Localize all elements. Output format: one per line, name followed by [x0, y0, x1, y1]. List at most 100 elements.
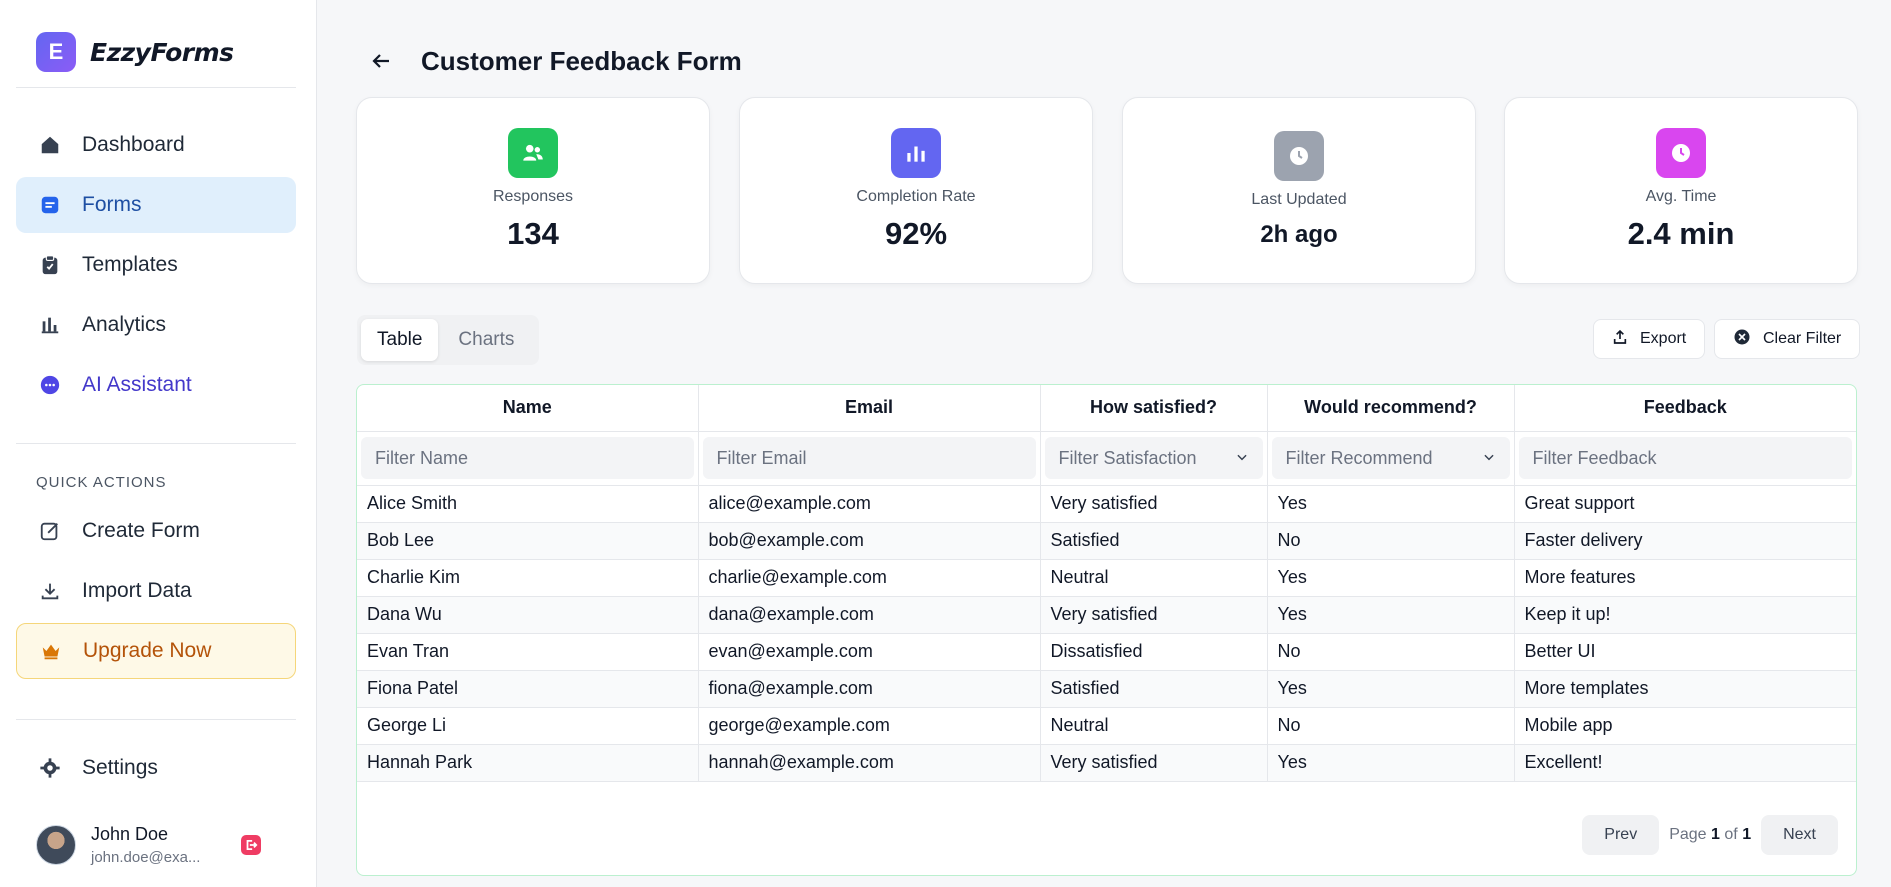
column-header-recommend[interactable]: Would recommend? [1267, 385, 1515, 432]
filter-recommend-select[interactable]: Filter Recommend [1271, 437, 1510, 479]
table-row[interactable]: George Li george@example.com Neutral No Mobi… [357, 707, 1856, 745]
table-cell: Excellent! [1514, 744, 1856, 782]
divider [16, 87, 296, 88]
close-circle-icon [1733, 328, 1751, 351]
chevron-down-icon [1482, 448, 1496, 469]
of-word: of [1724, 826, 1738, 843]
filter-name-input[interactable]: Filter Name [361, 437, 694, 479]
home-icon [38, 133, 62, 157]
table-cell: fiona@example.com [698, 670, 1041, 708]
sidebar: E EzzyForms Dashboard Forms Templates An… [0, 0, 317, 887]
table-cell: Very satisfied [1040, 744, 1268, 782]
table-cell: More templates [1514, 670, 1856, 708]
tab-table[interactable]: Table [361, 319, 439, 361]
page-info: Page 1 of 1 [1669, 826, 1751, 844]
import-data-button[interactable]: Import Data [16, 563, 296, 619]
tab-charts[interactable]: Charts [442, 319, 530, 361]
user-profile[interactable]: John Doe john.doe@exa... [36, 824, 200, 866]
table-cell: Dana Wu [357, 596, 699, 634]
table-cell: dana@example.com [698, 596, 1041, 634]
upgrade-now-button[interactable]: Upgrade Now [16, 623, 296, 679]
filter-email-input[interactable]: Filter Email [702, 437, 1036, 479]
crown-icon [39, 639, 63, 663]
create-form-button[interactable]: Create Form [16, 503, 296, 559]
clear-filter-label: Clear Filter [1763, 330, 1842, 347]
filter-placeholder: Filter Recommend [1285, 447, 1433, 468]
column-header-satisfaction[interactable]: How satisfied? [1040, 385, 1268, 432]
stat-value: 2.4 min [1627, 216, 1735, 251]
current-page: 1 [1711, 826, 1720, 843]
filter-row: Filter Name Filter Email Filter Satisfac… [357, 431, 1856, 486]
responses-table: Name Email How satisfied? Would recommen… [356, 384, 1857, 876]
table-cell: No [1267, 633, 1515, 671]
quick-actions-label: QUICK ACTIONS [36, 474, 167, 491]
sidebar-item-label: Settings [82, 756, 158, 779]
prev-button[interactable]: Prev [1582, 815, 1660, 855]
filter-satisfaction-select[interactable]: Filter Satisfaction [1044, 437, 1263, 479]
table-cell: george@example.com [698, 707, 1041, 745]
stat-card-avg-time: Avg. Time 2.4 min [1504, 97, 1858, 284]
user-email: john.doe@exa... [91, 849, 201, 866]
divider [16, 443, 296, 444]
table-cell: Evan Tran [357, 633, 699, 671]
table-row[interactable]: Hannah Park hannah@example.com Very satisf… [357, 744, 1856, 782]
column-header-feedback[interactable]: Feedback [1514, 385, 1856, 432]
table-cell: Satisfied [1040, 522, 1268, 560]
sidebar-item-label: Templates [82, 253, 178, 276]
table-row[interactable]: Bob Lee bob@example.com Satisfied No Faster … [357, 522, 1856, 560]
avatar [36, 825, 76, 865]
table-row[interactable]: Dana Wu dana@example.com Very satisfied Yes… [357, 596, 1856, 634]
stat-label: Last Updated [1251, 191, 1347, 208]
table-cell: Yes [1267, 596, 1515, 634]
brand-name: EzzyForms [90, 37, 234, 67]
filter-feedback-input[interactable]: Filter Feedback [1518, 437, 1852, 479]
column-header-email[interactable]: Email [698, 385, 1041, 432]
clear-filter-button[interactable]: Clear Filter [1714, 319, 1861, 359]
table-cell: Charlie Kim [357, 559, 699, 597]
stat-label: Completion Rate [856, 188, 976, 205]
export-button[interactable]: Export [1593, 319, 1706, 359]
sidebar-item-templates[interactable]: Templates [16, 237, 296, 293]
table-cell: Dissatisfied [1040, 633, 1268, 671]
table-row[interactable]: Alice Smith alice@example.com Very satisfi… [357, 485, 1856, 523]
logout-icon[interactable] [241, 835, 261, 855]
column-header-name[interactable]: Name [357, 385, 699, 432]
gear-icon [38, 756, 62, 780]
filter-cell: Filter Satisfaction [1040, 431, 1268, 486]
table-cell: Bob Lee [357, 522, 699, 560]
sidebar-item-ai-assistant[interactable]: AI Assistant [16, 357, 296, 413]
stat-card-responses: Responses 134 [356, 97, 710, 284]
table-row[interactable]: Fiona Patel fiona@example.com Satisfied Yes… [357, 670, 1856, 708]
stat-label: Avg. Time [1645, 188, 1717, 205]
sidebar-item-dashboard[interactable]: Dashboard [16, 117, 296, 173]
table-cell: Great support [1514, 485, 1856, 523]
total-pages: 1 [1742, 826, 1752, 843]
table-cell: Better UI [1514, 633, 1856, 671]
divider [16, 719, 296, 720]
table-row[interactable]: Evan Tran evan@example.com Dissatisfied No B… [357, 633, 1856, 671]
table-cell: hannah@example.com [698, 744, 1041, 782]
bar-chart-icon [891, 128, 941, 178]
table-cell: Fiona Patel [357, 670, 699, 708]
table-cell: Yes [1267, 559, 1515, 597]
sidebar-item-settings[interactable]: Settings [16, 740, 296, 796]
sidebar-item-label: Analytics [82, 313, 167, 336]
back-arrow-icon[interactable] [366, 46, 396, 76]
stat-value: 92% [884, 216, 948, 251]
sidebar-item-label: Forms [82, 193, 142, 216]
page-word: Page [1669, 826, 1707, 843]
stat-value: 134 [507, 216, 559, 251]
table-cell: Yes [1267, 670, 1515, 708]
sidebar-item-forms[interactable]: Forms [16, 177, 296, 233]
table-cell: George Li [357, 707, 699, 745]
table-row[interactable]: Charlie Kim charlie@example.com Neutral Yes… [357, 559, 1856, 597]
table-cell: More features [1514, 559, 1856, 597]
brand-logo: E [36, 32, 76, 72]
next-button[interactable]: Next [1761, 815, 1838, 855]
sidebar-item-analytics[interactable]: Analytics [16, 297, 296, 353]
chevron-down-icon [1235, 448, 1249, 469]
download-icon [38, 579, 62, 603]
brand[interactable]: E EzzyForms [36, 32, 234, 72]
sidebar-item-label: Upgrade Now [83, 639, 212, 662]
clock-icon [1274, 131, 1324, 181]
